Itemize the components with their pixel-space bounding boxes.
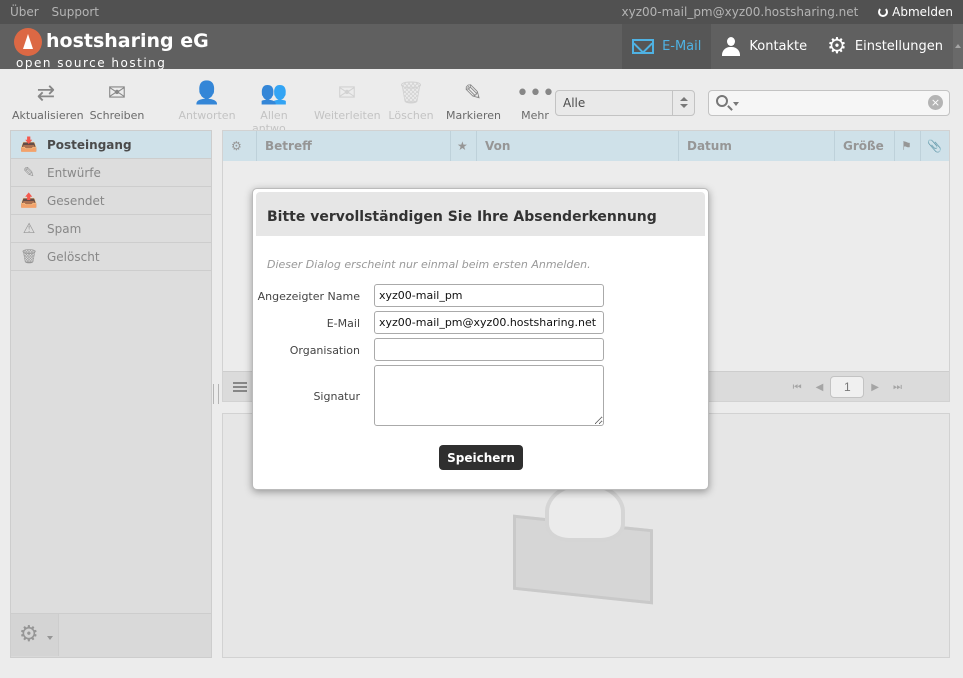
- display-name-input[interactable]: [374, 284, 604, 307]
- email-input[interactable]: [374, 311, 604, 334]
- save-button[interactable]: Speichern: [439, 445, 523, 470]
- organisation-input[interactable]: [374, 338, 604, 361]
- signature-textarea[interactable]: [374, 365, 604, 426]
- email-label: E-Mail: [326, 317, 360, 330]
- signature-label: Signatur: [313, 390, 360, 403]
- display-name-label: Angezeigter Name: [257, 290, 360, 303]
- dialog-title: Bitte vervollständigen Sie Ihre Absender…: [256, 192, 705, 236]
- identity-dialog: Bitte vervollständigen Sie Ihre Absender…: [252, 188, 709, 490]
- organisation-label: Organisation: [289, 344, 360, 357]
- dialog-note: Dieser Dialog erscheint nur einmal beim …: [267, 258, 591, 271]
